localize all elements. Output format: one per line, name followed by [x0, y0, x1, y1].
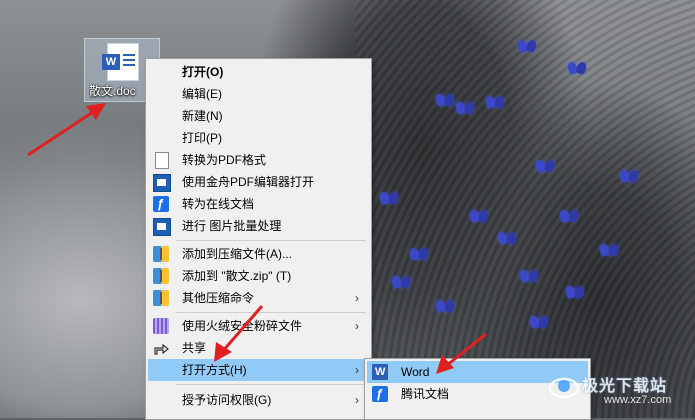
menu-item-add-zip[interactable]: 添加到 "散文.zip" (T) — [148, 265, 369, 287]
submenu-item-label: 腾讯文档 — [401, 387, 450, 401]
menu-item-label: 其他压缩命令 — [182, 291, 255, 305]
menu-item-label: 使用火绒安全粉碎文件 — [182, 319, 303, 333]
menu-separator — [176, 384, 366, 385]
menu-item-grant-access[interactable]: 授予访问权限(G) › — [148, 389, 369, 411]
menu-item-label: 打开方式(H) — [182, 363, 247, 377]
butterfly-decoration — [392, 276, 410, 290]
butterfly-decoration — [498, 232, 516, 246]
menu-item-label: 添加到 "散文.zip" (T) — [182, 269, 292, 283]
submenu-item-label: Word — [401, 365, 430, 379]
menu-item-print[interactable]: 打印(P) — [148, 127, 369, 149]
menu-item-label: 添加到压缩文件(A)... — [182, 247, 292, 261]
butterfly-decoration — [568, 62, 586, 76]
butterfly-decoration — [518, 40, 536, 54]
chevron-right-icon: › — [355, 393, 359, 407]
menu-separator — [176, 240, 366, 241]
butterfly-decoration — [436, 300, 454, 314]
menu-item-image-batch[interactable]: 进行 图片批量处理 — [148, 215, 369, 237]
menu-item-add-archive[interactable]: 添加到压缩文件(A)... — [148, 243, 369, 265]
share-icon — [153, 340, 169, 356]
tencent-docs-icon — [372, 383, 388, 405]
watermark-url: www.xz7.com — [604, 394, 672, 406]
image-batch-icon — [153, 218, 171, 236]
shredder-icon — [153, 318, 169, 334]
menu-item-open-with[interactable]: 打开方式(H) › — [148, 359, 369, 381]
menu-item-share[interactable]: 共享 — [148, 337, 369, 359]
menu-item-label: 编辑(E) — [182, 87, 222, 101]
menu-item-open-pdf-editor[interactable]: 使用金舟PDF编辑器打开 — [148, 171, 369, 193]
butterfly-decoration — [456, 102, 474, 116]
butterfly-decoration — [470, 210, 488, 224]
chevron-right-icon: › — [355, 291, 359, 305]
butterfly-decoration — [520, 270, 538, 284]
chevron-right-icon: › — [355, 363, 359, 377]
menu-separator — [176, 312, 366, 313]
tencent-docs-icon — [153, 193, 169, 215]
menu-item-online-doc[interactable]: 转为在线文档 — [148, 193, 369, 215]
butterfly-decoration — [620, 170, 638, 184]
butterfly-decoration — [566, 286, 584, 300]
word-icon — [372, 361, 388, 383]
wallpaper-texture — [355, 0, 695, 418]
menu-item-edit[interactable]: 编辑(E) — [148, 83, 369, 105]
watermark-text: 极光下载站 — [582, 378, 668, 395]
menu-item-shred[interactable]: 使用火绒安全粉碎文件 › — [148, 315, 369, 337]
watermark-logo-icon — [548, 377, 580, 399]
menu-item-label: 打印(P) — [182, 131, 222, 145]
context-menu: 打开(O) 编辑(E) 新建(N) 打印(P) 转换为PDF格式 使用金舟PDF… — [145, 58, 372, 420]
menu-item-label: 授予访问权限(G) — [182, 393, 272, 407]
butterfly-decoration — [410, 248, 428, 262]
butterfly-decoration — [560, 210, 578, 224]
menu-item-new[interactable]: 新建(N) — [148, 105, 369, 127]
menu-item-label: 使用金舟PDF编辑器打开 — [182, 175, 315, 189]
chevron-right-icon: › — [355, 319, 359, 333]
menu-item-convert-pdf[interactable]: 转换为PDF格式 — [148, 149, 369, 171]
menu-item-label: 新建(N) — [182, 109, 223, 123]
butterfly-decoration — [436, 94, 454, 108]
archive-icon — [153, 268, 169, 284]
menu-item-label: 打开(O) — [182, 65, 224, 79]
butterfly-decoration — [536, 160, 554, 174]
menu-item-other-compress[interactable]: 其他压缩命令 › — [148, 287, 369, 309]
butterfly-decoration — [486, 96, 504, 110]
document-icon — [155, 152, 169, 169]
archive-icon — [153, 246, 169, 262]
pdf-editor-icon — [153, 174, 171, 192]
archive-icon — [153, 290, 169, 306]
menu-item-label: 转为在线文档 — [182, 197, 255, 211]
menu-item-label: 共享 — [182, 341, 207, 355]
word-document-icon: W — [102, 43, 139, 81]
watermark: 极光下载站 www.xz7.com — [548, 368, 693, 414]
butterfly-decoration — [600, 244, 618, 258]
menu-item-open[interactable]: 打开(O) — [148, 61, 369, 83]
butterfly-decoration — [380, 192, 398, 206]
menu-item-label: 转换为PDF格式 — [182, 153, 267, 167]
menu-item-label: 进行 图片批量处理 — [182, 219, 282, 233]
butterfly-decoration — [530, 316, 548, 330]
